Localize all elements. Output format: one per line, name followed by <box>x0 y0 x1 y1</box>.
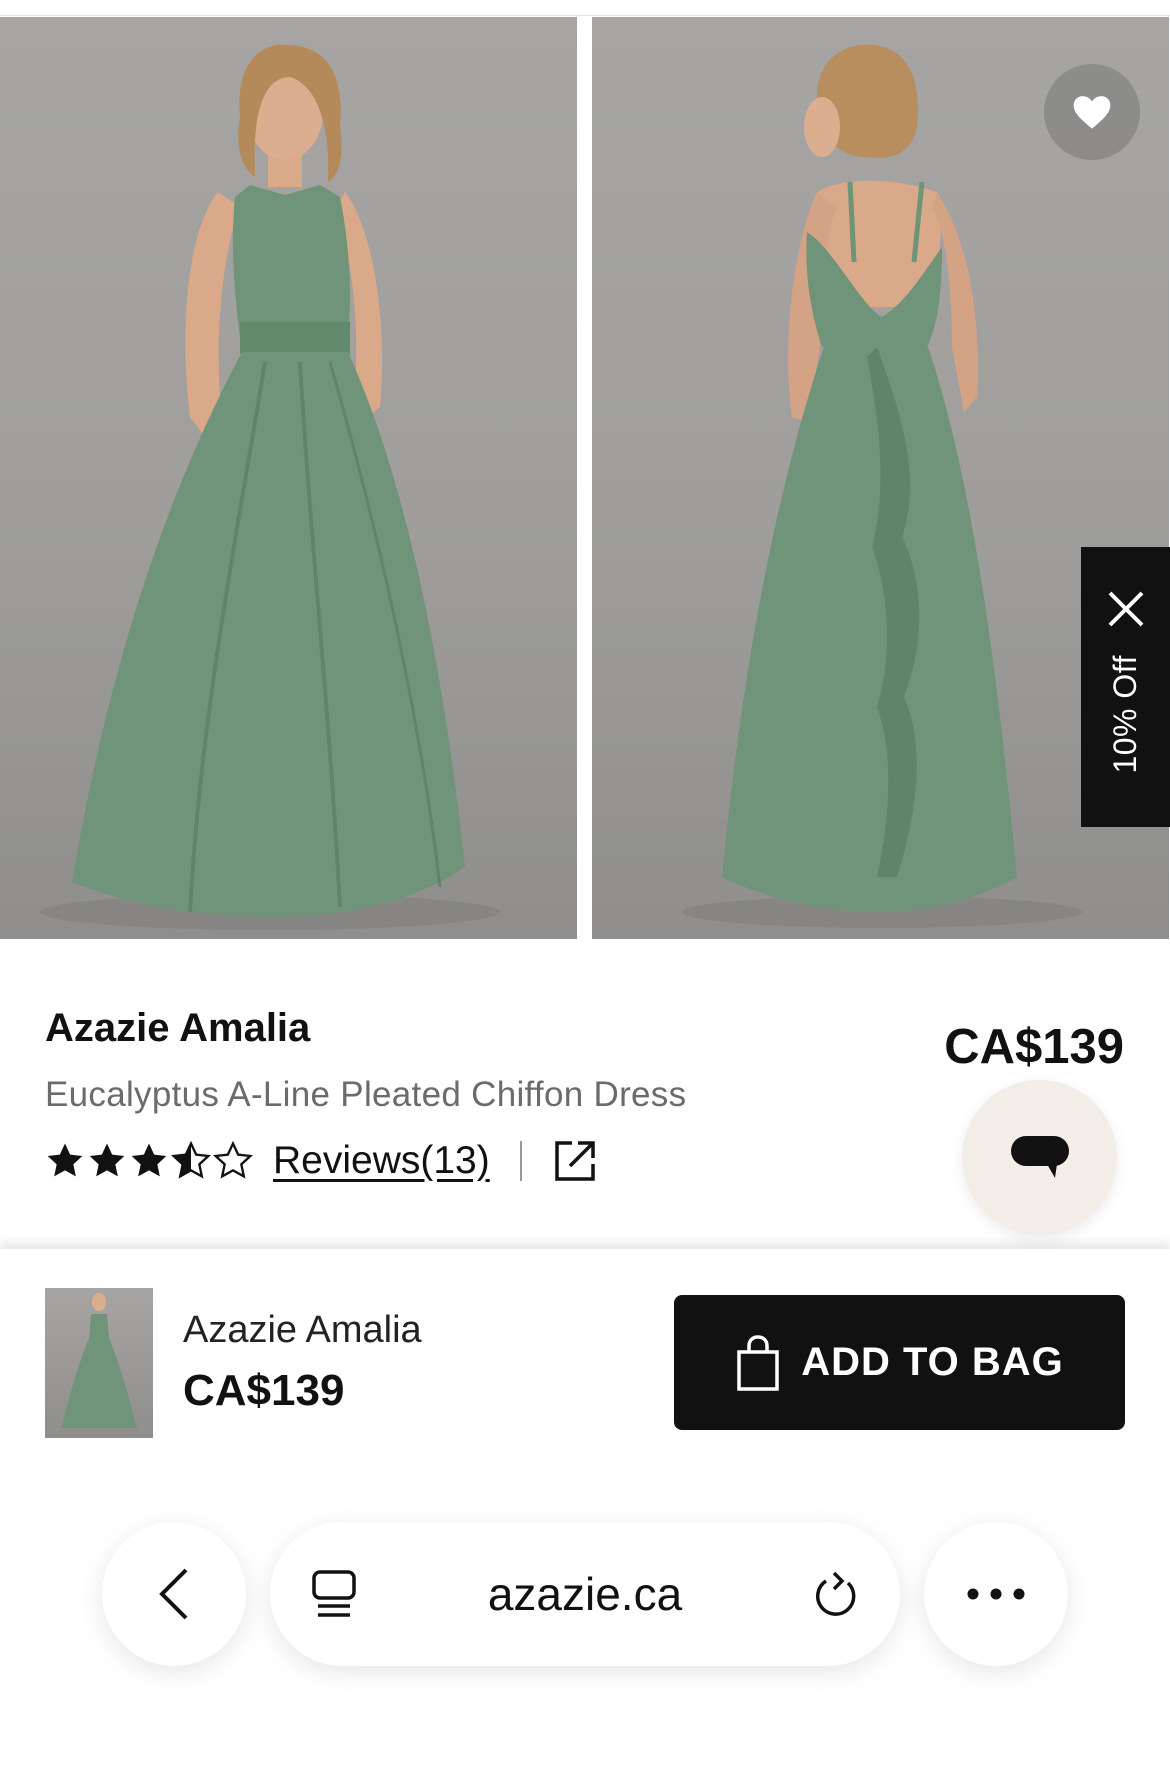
url-text[interactable]: azazie.ca <box>488 1567 682 1621</box>
gallery-gap <box>577 17 592 939</box>
rating-stars <box>45 1141 253 1181</box>
promo-label[interactable]: 10% Off <box>1107 655 1144 774</box>
reviews-link[interactable]: Reviews(13) <box>273 1139 490 1183</box>
dress-front-illustration <box>40 44 500 930</box>
shopping-bag-icon <box>737 1334 779 1391</box>
star-icon <box>47 1143 83 1177</box>
browser-back-button[interactable] <box>102 1522 246 1666</box>
more-icon <box>967 1588 1025 1600</box>
browser-more-button[interactable] <box>924 1522 1068 1666</box>
share-icon[interactable] <box>552 1138 598 1184</box>
heart-icon <box>1073 96 1111 129</box>
sticky-product-name: Azazie Amalia <box>183 1309 422 1351</box>
sticky-product-price: CA$139 <box>183 1366 345 1415</box>
star-icon <box>89 1143 125 1177</box>
promo-close-button[interactable] <box>1102 585 1150 633</box>
chat-icon <box>1010 1135 1069 1178</box>
product-price: CA$139 <box>944 1020 1124 1074</box>
star-icon <box>131 1143 167 1177</box>
product-brand: Azazie Amalia <box>45 1006 311 1050</box>
browser-toolbar: azazie.ca <box>0 1500 1170 1769</box>
chevron-left-icon <box>159 1568 188 1620</box>
product-gallery[interactable]: 10% Off <box>0 17 1170 939</box>
chat-button[interactable] <box>962 1080 1117 1235</box>
rating-row: Reviews(13) <box>45 1135 598 1187</box>
rating-divider <box>519 1141 522 1181</box>
sticky-product-thumbnail <box>45 1288 153 1438</box>
add-to-bag-label: ADD TO BAG <box>801 1340 1064 1384</box>
address-bar[interactable]: azazie.ca <box>270 1522 900 1666</box>
product-description: Eucalyptus A-Line Pleated Chiffon Dress <box>45 1075 687 1114</box>
add-to-bag-button[interactable]: ADD TO BAG <box>674 1295 1125 1430</box>
promo-tab[interactable]: 10% Off <box>1081 547 1170 827</box>
reload-icon[interactable] <box>812 1569 860 1619</box>
top-strip <box>0 0 1170 16</box>
tabs-icon[interactable] <box>310 1568 358 1620</box>
star-empty-icon <box>213 1141 253 1179</box>
product-photo-front[interactable] <box>0 17 577 939</box>
thumbnail-dress <box>61 1293 137 1428</box>
close-icon <box>1108 591 1143 627</box>
favorite-button[interactable] <box>1044 64 1140 160</box>
star-half-icon <box>171 1141 211 1179</box>
